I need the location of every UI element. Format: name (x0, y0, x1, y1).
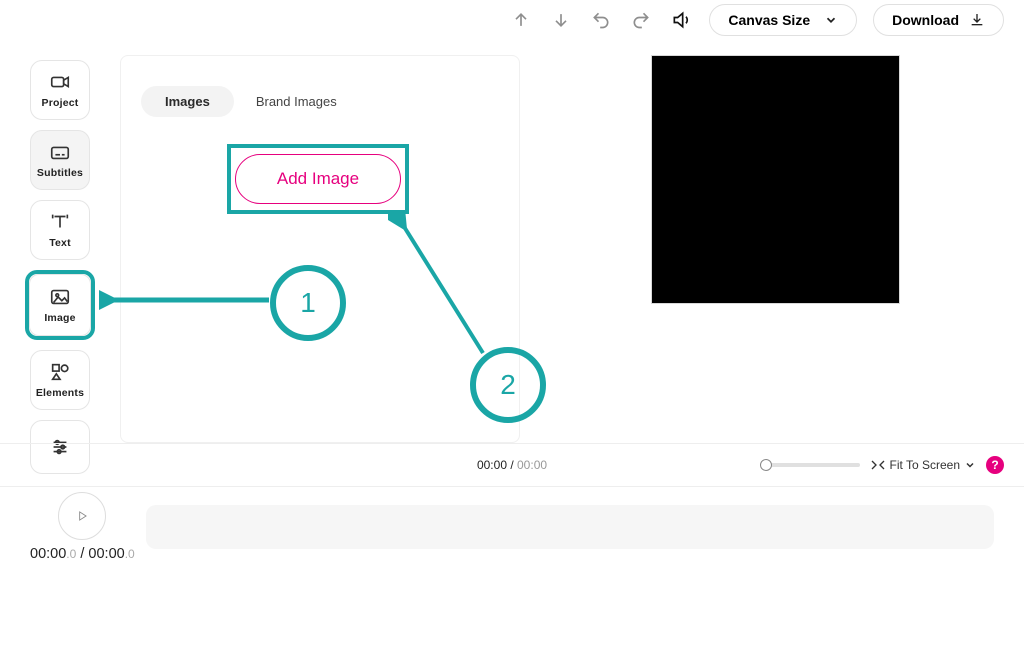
time-sep: / (507, 458, 517, 472)
play-icon (75, 509, 89, 523)
canvas-preview[interactable] (651, 55, 900, 304)
add-image-highlight: Add Image (227, 144, 409, 214)
download-label: Download (892, 12, 959, 28)
tool-project[interactable]: Project (30, 60, 90, 120)
tool-elements[interactable]: Elements (30, 350, 90, 410)
time-bar-right: Fit To Screen ? (760, 456, 1004, 474)
tool-project-label: Project (42, 97, 79, 109)
text-icon (49, 211, 71, 233)
canvas-size-label: Canvas Size (728, 12, 810, 28)
add-image-button[interactable]: Add Image (235, 154, 401, 204)
zoom-slider-thumb[interactable] (760, 459, 772, 471)
tool-text-label: Text (49, 237, 71, 249)
play-time-current: 00:00 (30, 546, 66, 562)
play-time-duration-frac: .0 (125, 547, 135, 561)
canvas-size-button[interactable]: Canvas Size (709, 4, 857, 36)
arrow-up-icon[interactable] (509, 8, 533, 32)
tool-rail: Project Subtitles Text Image Elements (30, 60, 90, 474)
undo-icon[interactable] (589, 8, 613, 32)
tab-images[interactable]: Images (141, 86, 234, 117)
image-panel-tabs: Images Brand Images (141, 86, 499, 117)
play-time-sep: / (76, 546, 88, 562)
tool-image-label: Image (44, 312, 75, 324)
play-time-duration: 00:00 (88, 546, 124, 562)
fit-label: Fit To Screen (890, 458, 960, 472)
play-area: 00:00.0 / 00:00.0 (30, 492, 135, 562)
fit-icon (870, 459, 886, 471)
tool-subtitles-label: Subtitles (37, 167, 83, 179)
tab-brand-images[interactable]: Brand Images (250, 86, 343, 117)
video-camera-icon (49, 71, 71, 93)
image-icon (49, 286, 71, 308)
time-current: 00:00 (477, 458, 507, 472)
chevron-down-icon (964, 459, 976, 471)
tool-elements-label: Elements (36, 387, 84, 399)
time-bar: 00:00 / 00:00 Fit To Screen ? (0, 443, 1024, 487)
download-icon (969, 12, 985, 28)
chevron-down-icon (824, 13, 838, 27)
play-time-current-frac: .0 (66, 547, 76, 561)
play-button[interactable] (58, 492, 106, 540)
annotation-step-1: 1 (270, 265, 346, 341)
time-display: 00:00 / 00:00 (477, 458, 547, 472)
tool-image[interactable]: Image (25, 270, 95, 340)
timeline-track[interactable] (146, 505, 994, 549)
help-button[interactable]: ? (986, 456, 1004, 474)
time-duration: 00:00 (517, 458, 547, 472)
fit-to-screen-button[interactable]: Fit To Screen (870, 458, 976, 472)
annotation-arrow-2 (388, 213, 508, 363)
redo-icon[interactable] (629, 8, 653, 32)
shapes-icon (49, 361, 71, 383)
subtitles-icon (49, 141, 71, 163)
volume-icon[interactable] (669, 8, 693, 32)
play-time-display: 00:00.0 / 00:00.0 (30, 546, 135, 562)
tool-subtitles[interactable]: Subtitles (30, 130, 90, 190)
arrow-down-icon[interactable] (549, 8, 573, 32)
top-toolbar: Canvas Size Download (509, 4, 1004, 36)
download-button[interactable]: Download (873, 4, 1004, 36)
annotation-arrow-1 (99, 280, 271, 320)
tool-text[interactable]: Text (30, 200, 90, 260)
zoom-slider[interactable] (760, 463, 860, 467)
